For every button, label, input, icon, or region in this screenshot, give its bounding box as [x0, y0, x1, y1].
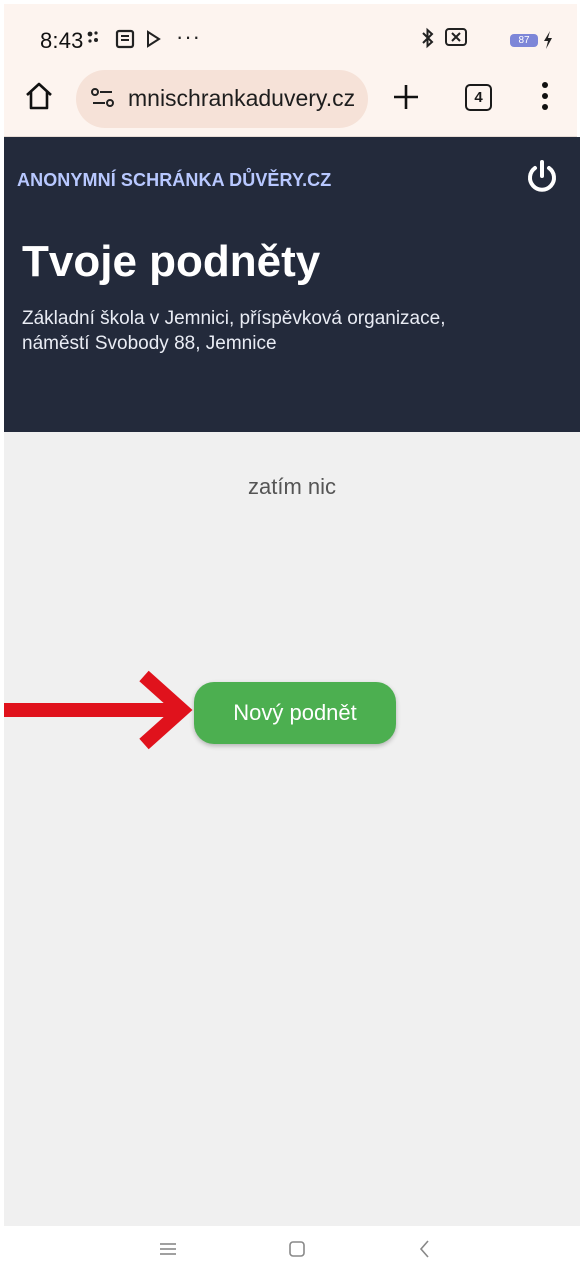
organization-name: Základní škola v Jemnici, příspěvková or…	[22, 308, 446, 329]
system-navigation-bar	[0, 1226, 581, 1273]
organization-address: náměstí Svobody 88, Jemnice	[22, 333, 277, 354]
more-notifications-icon: ···	[176, 24, 201, 49]
address-bar[interactable]: mnischrankaduvery.cz	[76, 70, 368, 128]
page-title: Tvoje podněty	[22, 237, 321, 286]
back-chevron-icon[interactable]	[418, 1239, 430, 1264]
tab-switcher-button[interactable]: 4	[465, 84, 492, 111]
no-sim-icon	[444, 27, 468, 52]
signal-dots-icon	[86, 29, 106, 54]
status-bar: 8:43 ··· 87	[4, 4, 577, 70]
empty-state-text: zatím nic	[247, 474, 337, 499]
new-submission-button[interactable]: Nový podnět	[194, 682, 396, 744]
notification-app-icon	[115, 29, 135, 54]
play-store-icon	[144, 29, 162, 54]
status-time: 8:43	[40, 28, 84, 53]
red-arrow-annotation-icon	[4, 668, 194, 757]
new-tab-plus-icon[interactable]	[391, 82, 421, 117]
charging-icon	[542, 30, 554, 55]
url-text[interactable]: mnischrankaduvery.cz	[128, 85, 355, 112]
site-settings-icon[interactable]	[90, 86, 116, 115]
app-header: ANONYMNÍ SCHRÁNKA DŮVĚRY.CZ Tvoje podnět…	[4, 137, 580, 432]
home-icon[interactable]	[24, 80, 54, 117]
battery-indicator: 87	[510, 34, 538, 47]
logout-power-icon[interactable]	[524, 159, 560, 195]
brand-link[interactable]: ANONYMNÍ SCHRÁNKA DŮVĚRY.CZ	[17, 170, 331, 191]
bluetooth-icon	[419, 26, 437, 55]
home-square-icon[interactable]	[288, 1240, 306, 1263]
browser-toolbar: mnischrankaduvery.cz 4	[4, 70, 577, 137]
menu-kebab-icon[interactable]	[540, 80, 550, 117]
phone-screen: 8:43 ··· 87 mnischrankaduvery.cz 4 ANONY…	[0, 0, 581, 1273]
main-content: zatím nic Nový podnět	[4, 432, 580, 1226]
recent-apps-menu-icon[interactable]	[159, 1242, 177, 1261]
